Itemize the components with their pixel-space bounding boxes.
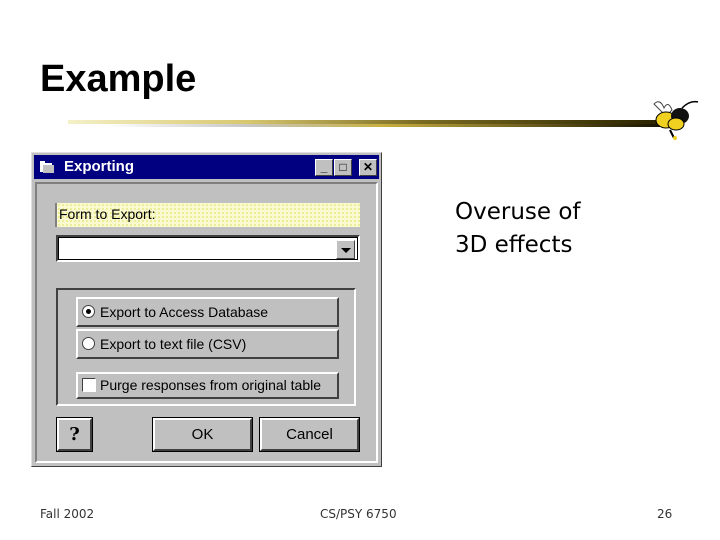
exporting-dialog: Exporting _ □ ✕ Form to Export: Export t… — [31, 152, 382, 467]
bar-top — [68, 120, 660, 124]
callout-text: Overuse of 3D effects — [455, 196, 581, 262]
footer-page-number: 26 — [657, 507, 673, 521]
purge-responses-checkbox[interactable]: Purge responses from original table — [76, 372, 339, 399]
slide-title: Example — [40, 58, 197, 100]
cancel-button[interactable]: Cancel — [259, 417, 360, 452]
combo-dropdown-button[interactable] — [336, 240, 355, 259]
form-to-export-combo[interactable] — [56, 235, 360, 262]
close-button[interactable]: ✕ — [359, 159, 377, 176]
callout-line-2: 3D effects — [455, 232, 573, 258]
form-to-export-label: Form to Export: — [55, 203, 360, 227]
radio-label: Export to Access Database — [100, 304, 269, 320]
maximize-button[interactable]: □ — [334, 159, 352, 176]
footer-course: CS/PSY 6750 — [320, 507, 397, 521]
minimize-button[interactable]: _ — [315, 159, 333, 176]
bar-bottom — [105, 124, 660, 127]
title-underline-bar — [68, 120, 660, 127]
help-button[interactable]: ? — [56, 417, 93, 452]
radio-selected-icon[interactable] — [82, 305, 95, 318]
radio-export-access[interactable]: Export to Access Database — [76, 297, 339, 327]
callout-line-1: Overuse of — [455, 199, 581, 225]
folder-window-icon — [40, 161, 54, 173]
question-mark-icon: ? — [69, 424, 80, 445]
dialog-titlebar[interactable]: Exporting _ □ ✕ — [34, 155, 379, 179]
dialog-title: Exporting — [64, 158, 134, 175]
checkbox-label: Purge responses from original table — [100, 377, 322, 393]
radio-label: Export to text file (CSV) — [100, 336, 247, 352]
radio-unselected-icon[interactable] — [82, 337, 95, 350]
checkbox-icon[interactable] — [82, 378, 96, 392]
ok-button[interactable]: OK — [152, 417, 253, 452]
radio-export-csv[interactable]: Export to text file (CSV) — [76, 329, 339, 359]
chevron-down-icon — [341, 248, 351, 253]
footer-date: Fall 2002 — [40, 507, 95, 521]
yellow-jacket-mascot-icon — [653, 100, 699, 140]
